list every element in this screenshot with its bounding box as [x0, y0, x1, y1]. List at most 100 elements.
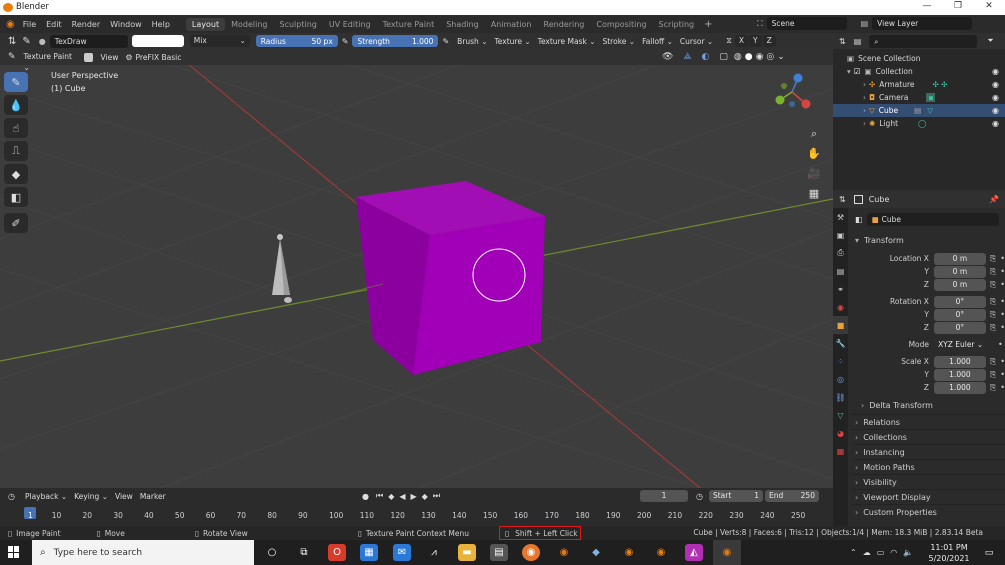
- expand-arrow-icon[interactable]: ›: [863, 119, 866, 128]
- lock-icon[interactable]: ⎘: [990, 310, 996, 320]
- relations-panel[interactable]: › Relations: [851, 414, 1005, 429]
- app-icon[interactable]: ⩘: [425, 544, 443, 561]
- lock-icon[interactable]: ⎘: [990, 323, 996, 333]
- modifier-tab-icon[interactable]: 🔧: [833, 334, 848, 352]
- y-axis-icon[interactable]: [775, 95, 785, 105]
- tool-tab-icon[interactable]: ⚒: [833, 208, 848, 226]
- volume-icon[interactable]: 🔈: [903, 548, 913, 557]
- blender-taskbar-icon[interactable]: ◉: [555, 544, 573, 561]
- menu-file[interactable]: File: [23, 20, 36, 29]
- expand-arrow-icon[interactable]: ›: [863, 80, 866, 89]
- fill-tool-icon[interactable]: ◆: [4, 164, 28, 184]
- texture-mask-menu[interactable]: Texture Mask ⌄: [538, 37, 596, 46]
- ortho-grid-icon[interactable]: ▦: [806, 186, 822, 202]
- physics-tab-icon[interactable]: ◎: [833, 370, 848, 388]
- cortana-icon[interactable]: ○: [263, 544, 281, 561]
- blender-menu-icon[interactable]: ◉: [6, 19, 15, 30]
- notes-icon[interactable]: ◆: [587, 544, 605, 561]
- outliner-item-cube[interactable]: › ▽ Cube ▤ ▽ ◉: [833, 104, 1005, 117]
- stroke-menu[interactable]: Stroke ⌄: [602, 37, 635, 46]
- transform-panel-header[interactable]: ▾ Transform: [851, 233, 1005, 248]
- battery-icon[interactable]: ▭: [877, 548, 885, 557]
- view-layer-field[interactable]: View Layer: [872, 17, 973, 30]
- outliner-filter-mode-icon[interactable]: ▤: [854, 37, 862, 46]
- office-icon[interactable]: O: [328, 544, 346, 561]
- shading-solid-icon[interactable]: ●: [745, 52, 753, 62]
- visibility-panel[interactable]: › Visibility: [851, 474, 1005, 489]
- brush-menu[interactable]: Brush ⌄: [457, 37, 487, 46]
- outliner-editor-icon[interactable]: ⇅: [839, 37, 846, 46]
- lock-icon[interactable]: ⎘: [990, 297, 996, 307]
- lock-icon[interactable]: ⎘: [990, 370, 996, 380]
- z-axis-icon[interactable]: [793, 73, 803, 83]
- outliner-search[interactable]: ⌕: [869, 34, 978, 48]
- keyframe-dot-icon[interactable]: •: [1000, 310, 1005, 319]
- tab-layout[interactable]: Layout: [185, 17, 226, 31]
- texture-tab-icon[interactable]: ▦: [833, 442, 848, 460]
- strength-pressure-icon[interactable]: ✎: [442, 37, 449, 46]
- cloud-icon[interactable]: ☁: [863, 548, 871, 557]
- eye-icon[interactable]: ◉: [992, 67, 999, 76]
- smear-tool-icon[interactable]: ☝: [4, 118, 28, 138]
- cube-object[interactable]: [356, 181, 545, 375]
- scale-x-field[interactable]: 1.000: [933, 355, 986, 368]
- lock-icon[interactable]: ⎘: [990, 267, 996, 277]
- brush-tool-icon[interactable]: ✎: [22, 36, 30, 47]
- maximize-button[interactable]: ❐: [943, 1, 973, 11]
- shading-material-icon[interactable]: ◉: [756, 52, 764, 62]
- view-layer-tab-icon[interactable]: ▤: [833, 262, 848, 280]
- collections-panel[interactable]: › Collections: [851, 429, 1005, 444]
- tab-compositing[interactable]: Compositing: [590, 18, 652, 31]
- tab-sculpting[interactable]: Sculpting: [274, 18, 323, 31]
- properties-editor-icon[interactable]: ⇅: [839, 195, 846, 204]
- constraints-tab-icon[interactable]: ⛓: [833, 388, 848, 406]
- falloff-menu[interactable]: Falloff ⌄: [642, 37, 673, 46]
- rotation-x-field[interactable]: 0°: [933, 295, 986, 308]
- menu-window[interactable]: Window: [110, 20, 142, 29]
- blender-taskbar-icon-2[interactable]: ◉: [620, 544, 638, 561]
- visibility-icon[interactable]: 👁: [662, 52, 673, 62]
- eye-icon[interactable]: ◉: [992, 93, 999, 102]
- keyframe-dot-icon[interactable]: •: [1000, 370, 1005, 379]
- calculator-icon[interactable]: ▤: [490, 544, 508, 561]
- soften-tool-icon[interactable]: 💧: [4, 95, 28, 115]
- keyframe-dot-icon[interactable]: •: [1000, 297, 1005, 306]
- mirror-y-toggle[interactable]: Y: [748, 35, 762, 47]
- mode-dropdown[interactable]: Texture Paint ⌄: [20, 51, 80, 72]
- expand-arrow-icon[interactable]: ›: [863, 106, 866, 115]
- mail-icon[interactable]: ✉: [393, 544, 411, 561]
- overlays-icon[interactable]: ◐: [701, 52, 709, 62]
- windows-start-icon[interactable]: [8, 546, 20, 558]
- location-x-field[interactable]: 0 m: [933, 252, 986, 265]
- navigation-gizmo[interactable]: [770, 70, 814, 114]
- filter-icon[interactable]: ⏷: [987, 36, 993, 46]
- taskbar-clock[interactable]: 11:01 PM 5/20/2021: [926, 543, 972, 563]
- eye-icon[interactable]: ◉: [992, 106, 999, 115]
- add-workspace-icon[interactable]: +: [704, 19, 712, 30]
- timeline-ruler[interactable]: 1 10 20 30 40 50 60 70 80 90 100 110 120 130 140 150 160…: [0, 488, 833, 526]
- lock-icon[interactable]: ⎘: [990, 254, 996, 264]
- output-tab-icon[interactable]: ⎙: [833, 244, 848, 262]
- task-view-icon[interactable]: ⧉: [295, 544, 313, 561]
- firefox-icon[interactable]: ◉: [522, 544, 540, 561]
- outliner-item-armature[interactable]: › ✣ Armature ✣ ✣ ◉: [833, 78, 1005, 91]
- rotation-mode-dropdown[interactable]: XYZ Euler ⌄: [934, 338, 986, 351]
- material-tab-icon[interactable]: ◕: [833, 424, 848, 442]
- outliner-item-camera[interactable]: › ◘ Camera ▪ ◉: [833, 91, 1005, 104]
- annotate-tool-icon[interactable]: ✐: [4, 213, 28, 233]
- 3d-viewport[interactable]: [0, 49, 833, 488]
- location-y-field[interactable]: 0 m: [933, 265, 986, 278]
- taskbar-search-box[interactable]: ⌕ Type here to search: [32, 540, 254, 565]
- motion-paths-panel[interactable]: › Motion Paths: [851, 459, 1005, 474]
- expand-arrow-icon[interactable]: ▾: [847, 67, 851, 76]
- camera-view-icon[interactable]: 🎥: [806, 166, 822, 182]
- strength-slider[interactable]: Strength 1.000: [352, 35, 439, 47]
- checkbox-icon[interactable]: ☑: [854, 67, 861, 76]
- gizmo-icon[interactable]: ⟁: [683, 52, 691, 62]
- mirror-z-toggle[interactable]: Z: [762, 35, 776, 47]
- eye-icon[interactable]: ◉: [992, 80, 999, 89]
- menu-help[interactable]: Help: [152, 20, 170, 29]
- object-tab-icon[interactable]: ■: [833, 316, 848, 334]
- affinity-icon[interactable]: ◭: [685, 544, 703, 561]
- scale-z-field[interactable]: 1.000: [933, 381, 986, 394]
